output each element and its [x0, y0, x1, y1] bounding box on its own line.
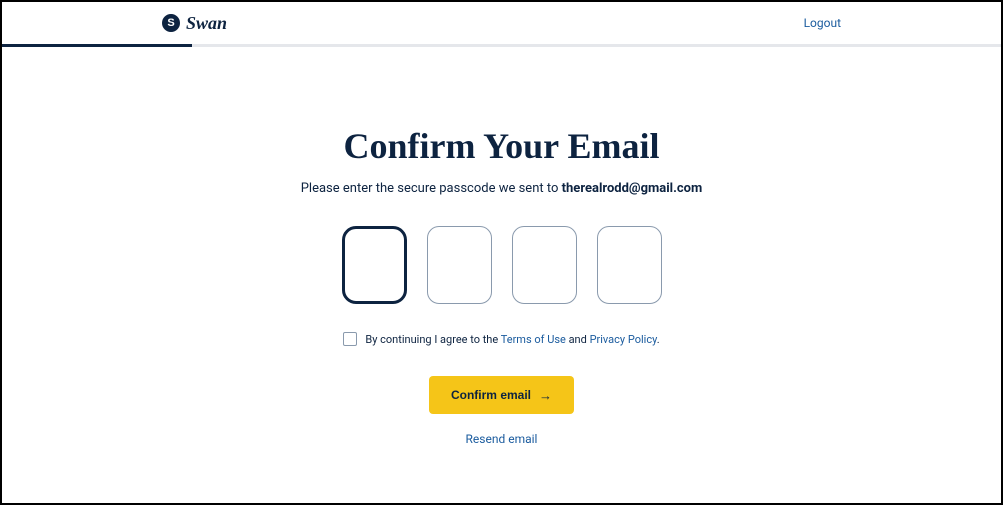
consent-text: By continuing I agree to the Terms of Us… — [365, 333, 659, 346]
progress-fill — [2, 44, 192, 47]
subtitle-email: therealrodd@gmail.com — [562, 181, 703, 196]
passcode-inputs — [342, 226, 662, 304]
brand-name: Swan — [186, 13, 227, 34]
passcode-digit-3[interactable] — [512, 226, 577, 304]
logout-link[interactable]: Logout — [804, 16, 841, 30]
brand-logo: S Swan — [162, 13, 227, 34]
header: S Swan Logout — [2, 2, 1001, 44]
consent-prefix: By continuing I agree to the — [365, 333, 500, 346]
main-content: Confirm Your Email Please enter the secu… — [2, 47, 1001, 446]
consent-suffix: . — [657, 333, 660, 346]
page-subtitle: Please enter the secure passcode we sent… — [301, 181, 703, 196]
resend-email-link[interactable]: Resend email — [466, 432, 538, 446]
swan-logo-icon: S — [162, 14, 180, 32]
confirm-button-label: Confirm email — [451, 388, 531, 402]
progress-bar — [2, 44, 1001, 47]
arrow-right-icon: → — [539, 389, 552, 402]
consent-and: and — [566, 333, 590, 346]
page-title: Confirm Your Email — [343, 125, 659, 167]
passcode-digit-1[interactable] — [342, 226, 407, 304]
consent-checkbox[interactable] — [343, 332, 357, 346]
passcode-digit-2[interactable] — [427, 226, 492, 304]
terms-of-use-link[interactable]: Terms of Use — [501, 333, 566, 346]
subtitle-prefix: Please enter the secure passcode we sent… — [301, 181, 562, 196]
passcode-digit-4[interactable] — [597, 226, 662, 304]
consent-row: By continuing I agree to the Terms of Us… — [343, 332, 659, 346]
privacy-policy-link[interactable]: Privacy Policy — [590, 333, 657, 346]
confirm-email-button[interactable]: Confirm email → — [429, 376, 574, 414]
